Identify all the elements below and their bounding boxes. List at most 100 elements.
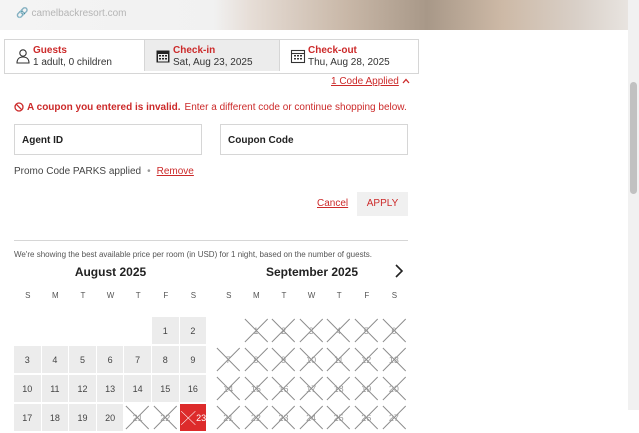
calendar-day-unavailable: 22 (242, 404, 270, 431)
checkin-title: Check-in (173, 45, 216, 56)
calendar-empty-cell (124, 317, 151, 344)
calendar-day-number: 25 (333, 412, 344, 423)
calendar-day[interactable]: 12 (69, 375, 96, 402)
weekday-label: S (391, 291, 398, 300)
calendar-day-unavailable: 10 (297, 346, 325, 373)
remove-promo-link[interactable]: Remove (157, 166, 194, 177)
codes-applied-toggle[interactable]: 1 Code Applied (331, 76, 410, 87)
weekday-label: T (135, 291, 141, 300)
calendar-day-unavailable: 25 (325, 404, 352, 431)
pricing-info-text: We're showing the best available price p… (14, 250, 373, 259)
calendar-day-number: 14 (223, 383, 234, 394)
checkin-value: Sat, Aug 23, 2025 (173, 57, 253, 68)
calendar-day[interactable]: 4 (41, 346, 69, 373)
calendar-day-number: 12 (361, 354, 372, 365)
calendar-day[interactable]: 19 (69, 404, 96, 431)
scrollbar-thumb[interactable] (630, 82, 637, 194)
calendar-day[interactable]: 16 (179, 375, 207, 402)
apply-button[interactable]: APPLY (357, 192, 408, 216)
section-divider (14, 240, 408, 241)
site-url: 🔗 camelbackresort.com (16, 8, 126, 19)
calendar-day[interactable]: 5 (69, 346, 96, 373)
promo-code-text: Promo Code PARKS applied (14, 166, 142, 177)
calendar-day-number: 13 (105, 383, 116, 394)
calendar-day-number: 15 (160, 383, 171, 394)
calendar-day-number: 19 (77, 412, 88, 423)
calendar-day[interactable]: 7 (124, 346, 151, 373)
calendar-day[interactable]: 18 (41, 404, 69, 431)
calendar-day-unavailable: 20 (380, 375, 408, 402)
calendar-day-unavailable: 27 (380, 404, 408, 431)
calendar-day-unavailable: 8 (242, 346, 270, 373)
calendar-day[interactable]: 6 (96, 346, 124, 373)
checkout-value: Thu, Aug 28, 2025 (308, 57, 390, 68)
calendar-day[interactable]: 13 (96, 375, 124, 402)
calendar-day-number: 24 (306, 412, 317, 423)
calendar-day[interactable]: 15 (151, 375, 179, 402)
calendar-day-number: 5 (363, 325, 369, 336)
weekday-label: M (253, 291, 260, 300)
calendar-day-unavailable: 15 (242, 375, 270, 402)
calendar-day-selected[interactable]: 23 (179, 404, 207, 431)
calendar-day-number: 14 (132, 383, 143, 394)
hero-banner: 🔗 camelbackresort.com (0, 0, 628, 30)
calendar-september: S M T W T F S 1 2 3 4 5 6 7 8 9 10 11 12 13 14 15 16 17 18 19 20 21… (215, 288, 408, 433)
calendar-day-number: 22 (160, 412, 171, 423)
page-scrollbar[interactable] (628, 0, 639, 410)
calendar-day[interactable]: 9 (179, 346, 207, 373)
booking-bar: Guests 1 adult, 0 children Check-in Sat,… (4, 39, 419, 74)
calendar-day-unavailable: 19 (352, 375, 380, 402)
calendar-day-unavailable: 1 (242, 317, 270, 344)
separator-dot: • (147, 166, 151, 177)
calendar-day[interactable]: 20 (96, 404, 124, 431)
calendar-day-unavailable: 21 (215, 404, 242, 431)
calendar-day-unavailable: 17 (297, 375, 325, 402)
calendar-day[interactable]: 1 (151, 317, 179, 344)
calendar-day-unavailable: 22 (151, 404, 179, 431)
checkin-selector[interactable]: Check-in Sat, Aug 23, 2025 (144, 40, 280, 71)
calendar-day-number: 17 (306, 383, 317, 394)
coupon-code-label: Coupon Code (228, 135, 294, 146)
error-circle-icon (14, 102, 24, 115)
error-title: A coupon you entered is invalid. (27, 102, 181, 113)
agent-id-field[interactable]: Agent ID (14, 124, 202, 155)
calendar-day[interactable]: 17 (14, 404, 41, 431)
calendar-day[interactable]: 10 (14, 375, 41, 402)
person-icon (16, 49, 30, 64)
calendar-day-number: 20 (388, 383, 399, 394)
calendar-day-number: 22 (250, 412, 261, 423)
calendar-day-number: 8 (162, 354, 168, 365)
chevron-up-icon (402, 76, 410, 87)
weekday-label: T (336, 291, 342, 300)
calendar-icon (156, 50, 170, 63)
cancel-link[interactable]: Cancel (317, 198, 348, 209)
calendar-day-unavailable: 4 (325, 317, 352, 344)
guests-value: 1 adult, 0 children (33, 57, 112, 68)
calendar-day-number: 10 (22, 383, 33, 394)
calendar-day-number: 21 (223, 412, 234, 423)
checkout-selector[interactable]: Check-out Thu, Aug 28, 2025 (280, 40, 418, 71)
chevron-right-icon[interactable] (392, 263, 406, 279)
calendar-day[interactable]: 14 (124, 375, 151, 402)
calendar-day-number: 16 (278, 383, 289, 394)
calendar-day-number: 11 (50, 383, 60, 394)
calendar-day-unavailable: 24 (297, 404, 325, 431)
calendar-empty-cell (215, 317, 242, 344)
calendar-day-number: 2 (280, 325, 286, 336)
calendar-day-number: 18 (333, 383, 344, 394)
guests-selector[interactable]: Guests 1 adult, 0 children (5, 40, 144, 71)
calendar-day-unavailable: 21 (124, 404, 151, 431)
calendar-day-unavailable: 23 (270, 404, 297, 431)
calendar-day-unavailable: 5 (352, 317, 380, 344)
coupon-code-field[interactable]: Coupon Code (220, 124, 408, 155)
calendar-day-unavailable: 14 (215, 375, 242, 402)
calendar-day-unavailable: 18 (325, 375, 352, 402)
calendar-day[interactable]: 8 (151, 346, 179, 373)
calendar-day-number: 20 (105, 412, 116, 423)
calendar-day[interactable]: 11 (41, 375, 69, 402)
coupon-error-message: A coupon you entered is invalid. Enter a … (14, 102, 407, 115)
weekday-label: M (52, 291, 59, 300)
calendar-day[interactable]: 3 (14, 346, 41, 373)
calendar-day[interactable]: 2 (179, 317, 207, 344)
error-detail: Enter a different code or continue shopp… (184, 102, 407, 113)
